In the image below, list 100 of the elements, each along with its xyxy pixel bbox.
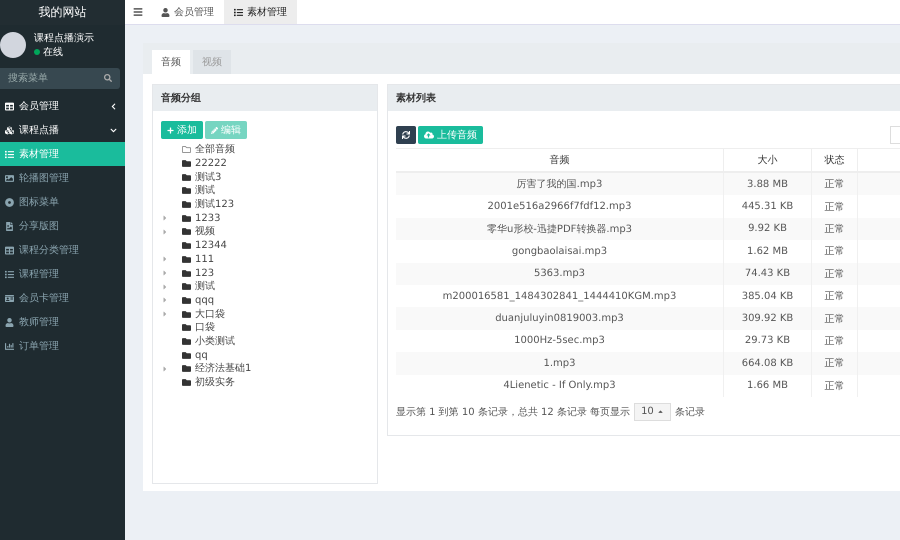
- table-cell: 正常: [812, 307, 858, 330]
- expand-caret-icon[interactable]: [161, 310, 169, 318]
- tree-item[interactable]: 测试3: [195, 170, 222, 184]
- tree-item[interactable]: 大口袋: [195, 308, 225, 321]
- user-icon: [5, 318, 14, 326]
- table-cell: 正常: [812, 352, 858, 375]
- file-icon: [5, 222, 14, 230]
- menu-item[interactable]: 会员卡管理: [0, 286, 125, 310]
- page-size-dropdown[interactable]: 10: [634, 402, 671, 421]
- table-cell: 5363.mp3: [396, 262, 724, 285]
- folder-icon: [182, 364, 191, 374]
- status-dot: [34, 49, 40, 55]
- folder-icon: [182, 323, 191, 332]
- card-title: 素材列表: [388, 85, 900, 111]
- refresh-button[interactable]: [396, 126, 416, 144]
- expand-caret-icon[interactable]: [161, 214, 169, 222]
- table-cell: 1000Hz-5sec.mp3: [396, 330, 724, 352]
- menu-item[interactable]: 订单管理: [0, 334, 125, 358]
- refresh-icon: [402, 131, 410, 139]
- menu-item[interactable]: 分享版图: [0, 214, 125, 238]
- table-cell: 385.04 KB: [724, 284, 812, 308]
- expand-caret-icon[interactable]: [161, 296, 169, 304]
- folder-icon: [182, 268, 191, 278]
- expand-caret-icon[interactable]: [161, 364, 169, 373]
- folder-icon: [182, 336, 191, 346]
- table-cell: 正常: [812, 374, 858, 397]
- menu-item[interactable]: 会员管理: [0, 94, 125, 118]
- expand-caret-icon[interactable]: [161, 228, 169, 236]
- folder-icon: [182, 159, 191, 168]
- menu-item[interactable]: 轮播图管理: [0, 166, 125, 190]
- tree-item[interactable]: 22222: [195, 157, 227, 170]
- bar-chart-icon: [5, 342, 14, 350]
- menu-item[interactable]: 教师管理: [0, 310, 125, 334]
- avatar: [0, 32, 26, 58]
- tree-item[interactable]: 测试: [195, 184, 215, 198]
- folder-icon: [182, 310, 191, 319]
- tree-item[interactable]: 1233: [195, 212, 220, 225]
- table-cell: 9.92 KB: [724, 218, 812, 240]
- table-cell: 1.mp3: [396, 352, 724, 375]
- tree-item[interactable]: qq: [195, 348, 208, 362]
- tree-item[interactable]: 测试123: [195, 198, 234, 212]
- caret-up-icon: [656, 408, 664, 416]
- tree-item[interactable]: 12344: [195, 239, 227, 252]
- folder-icon: [182, 296, 191, 305]
- menu-item[interactable]: 课程点播: [0, 118, 125, 142]
- tree-item[interactable]: qqq: [195, 294, 214, 307]
- table-cell: 厉害了我的国.mp3: [396, 173, 724, 196]
- cubes-icon: [5, 126, 14, 134]
- table-cell: 正常: [812, 173, 858, 196]
- content-tab[interactable]: 音频: [152, 50, 190, 74]
- tree-item[interactable]: 经济法基础1: [195, 362, 252, 376]
- menu-search-field[interactable]: 搜索菜单: [0, 68, 120, 89]
- table-cell: 正常: [812, 218, 858, 240]
- pagination-suffix: 条记录: [674, 406, 705, 419]
- table-cell: duanjuluyin0819003.mp3: [396, 307, 724, 330]
- user-status: 在线: [43, 46, 63, 59]
- expand-caret-icon[interactable]: [161, 282, 169, 291]
- card-title: 音频分组: [153, 85, 377, 111]
- tree-item[interactable]: 小类测试: [195, 334, 235, 348]
- tree-item[interactable]: 视频: [195, 225, 215, 238]
- expand-caret-icon[interactable]: [161, 269, 169, 278]
- table-cell: 正常: [812, 330, 858, 352]
- tree-item[interactable]: 123: [195, 266, 214, 280]
- tree-item[interactable]: 口袋: [195, 321, 215, 334]
- header-tab[interactable]: 素材管理: [224, 0, 297, 24]
- user-icon: [161, 8, 170, 16]
- tree-item[interactable]: 全部音频: [195, 143, 235, 156]
- list-icon: [5, 150, 14, 158]
- table-icon: [5, 102, 14, 110]
- tree-item[interactable]: 初级实务: [195, 376, 235, 390]
- pagination-summary: 显示第 1 到第 10 条记录，总共 12 条记录 每页显示: [396, 406, 630, 419]
- table-cell: 4Lienetic - If Only.mp3: [396, 374, 724, 397]
- image-icon: [5, 174, 14, 182]
- tree-item[interactable]: 测试: [195, 280, 215, 294]
- table-cell: 664.08 KB: [724, 352, 812, 375]
- folder-icon: [182, 200, 191, 210]
- folder-icon: [182, 214, 191, 223]
- folder-icon: [182, 350, 191, 360]
- folder-outline-icon: [182, 145, 191, 154]
- folder-icon: [182, 227, 191, 236]
- tree-item[interactable]: 111: [195, 252, 214, 266]
- menu-icon[interactable]: [133, 7, 143, 17]
- cloud-upload-icon: [424, 130, 434, 140]
- folder-icon: [182, 282, 191, 292]
- search-icon[interactable]: [104, 74, 112, 82]
- card-icon: [5, 294, 14, 302]
- menu-item[interactable]: 图标菜单: [0, 190, 125, 214]
- user-name: 课程点播演示: [34, 32, 94, 45]
- menu-item[interactable]: 课程管理: [0, 262, 125, 286]
- table-cell: 零华u形校-迅捷PDF转换器.mp3: [396, 218, 724, 240]
- expand-caret-icon[interactable]: [161, 255, 169, 264]
- list-icon: [5, 270, 14, 278]
- folder-icon: [182, 241, 191, 250]
- table-cell: 正常: [812, 262, 858, 285]
- folder-icon: [182, 254, 191, 264]
- pencil-icon: [211, 126, 218, 134]
- folder-icon: [182, 378, 191, 388]
- menu-item[interactable]: 课程分类管理: [0, 238, 125, 262]
- table-cell: 1.66 MB: [724, 374, 812, 397]
- table-cell: 29.73 KB: [724, 330, 812, 352]
